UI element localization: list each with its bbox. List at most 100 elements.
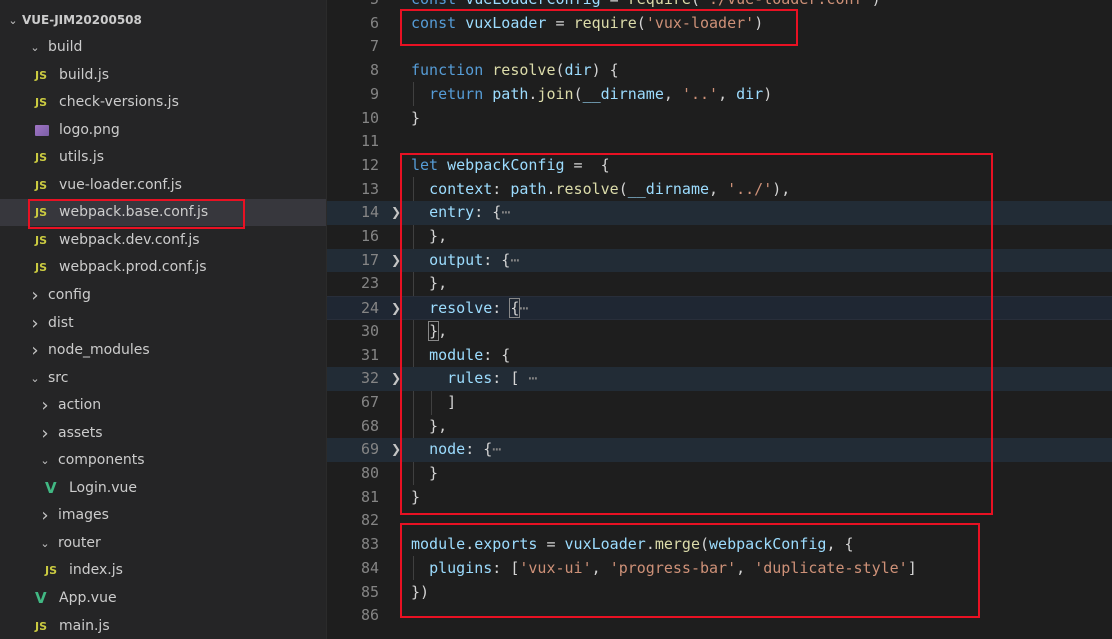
line-number: 23 [360, 274, 379, 293]
folder-build[interactable]: ⌄ build [0, 34, 326, 61]
code-token: ) [763, 84, 773, 103]
js-file-icon: JS [35, 261, 48, 275]
file-webpack-dev-conf-js[interactable]: JS webpack.dev.conf.js [0, 227, 326, 254]
file-app-vue[interactable]: V App.vue [0, 585, 326, 612]
code-token: , [663, 84, 682, 103]
tree-item-label: dist [48, 314, 74, 331]
highlight-box-module-exports [400, 523, 980, 618]
code-text: } [411, 107, 420, 131]
explorer-sidebar: ⌄ VUE-JIM20200508 ⌄ build JS build.js JS chec… [0, 0, 326, 639]
code-line[interactable]: 11 [327, 130, 1112, 154]
code-token: __dirname [582, 84, 664, 103]
code-text: return path.join(__dirname, '..', dir) [411, 83, 772, 107]
highlight-box-webpack-base-conf [28, 199, 245, 229]
line-number: 67 [360, 392, 379, 411]
line-number: 31 [360, 345, 379, 364]
chevron-right-icon: › [31, 312, 39, 334]
line-number: 84 [360, 558, 379, 577]
file-utils-js[interactable]: JS utils.js [0, 144, 326, 171]
line-number: 12 [360, 155, 379, 174]
code-line[interactable]: 9 return path.join(__dirname, '..', dir) [327, 83, 1112, 107]
tree-item-label: src [48, 369, 69, 386]
vue-file-icon: V [45, 478, 57, 497]
chevron-down-icon: ⌄ [30, 371, 40, 385]
folder-router[interactable]: ⌄ router [0, 530, 326, 557]
chevron-right-icon: › [41, 422, 49, 444]
code-token: ( [691, 0, 700, 8]
folder-assets[interactable]: › assets [0, 420, 326, 447]
tree-item-label: logo.png [59, 121, 120, 138]
js-file-icon: JS [35, 233, 48, 247]
code-token: } [411, 108, 421, 127]
tree-item-label: build [48, 39, 83, 55]
js-file-icon: JS [35, 619, 48, 633]
code-token: ( [555, 61, 565, 80]
code-token: '..' [681, 84, 719, 103]
line-number: 9 [369, 84, 379, 103]
line-number: 14 [360, 203, 379, 222]
line-number: 82 [360, 511, 379, 530]
folder-src[interactable]: ⌄ src [0, 365, 326, 392]
line-number: 11 [360, 132, 379, 151]
line-number: 81 [360, 487, 379, 506]
code-token: path [492, 84, 529, 103]
line-number: 85 [360, 582, 379, 601]
code-token: dir [564, 61, 592, 80]
line-number: 8 [369, 61, 379, 80]
folder-node-modules[interactable]: › node_modules [0, 337, 326, 364]
folder-components[interactable]: ⌄ components [0, 447, 326, 474]
js-file-icon: JS [35, 96, 48, 110]
js-file-icon: JS [35, 68, 48, 82]
code-token: ( [573, 84, 583, 103]
code-line[interactable]: 10} [327, 107, 1112, 131]
code-token: require [628, 0, 691, 8]
vue-file-icon: V [35, 589, 47, 607]
folder-action[interactable]: › action [0, 392, 326, 419]
tree-item-label: index.js [69, 562, 123, 579]
tree-item-label: webpack.prod.conf.js [59, 259, 207, 276]
tree-item-label: webpack.dev.conf.js [59, 231, 200, 248]
file-logo-png[interactable]: logo.png [0, 117, 326, 144]
js-file-icon: JS [45, 564, 58, 578]
tree-item-label: check-versions.js [59, 94, 179, 111]
folder-dist[interactable]: › dist [0, 310, 326, 337]
code-token: = [601, 0, 628, 8]
file-build-js[interactable]: JS build.js [0, 62, 326, 89]
code-token: ) [872, 0, 881, 8]
tree-item-label: main.js [59, 617, 110, 634]
explorer-root-folder[interactable]: ⌄ VUE-JIM20200508 [0, 7, 326, 34]
tree-item-label: components [58, 452, 145, 469]
code-token: './vue-loader.conf' [700, 0, 872, 8]
tree-item-label: node_modules [48, 342, 150, 359]
line-number: 13 [360, 179, 379, 198]
code-token: resolve [492, 61, 556, 80]
file-main-js[interactable]: JS main.js [0, 613, 326, 639]
file-check-versions-js[interactable]: JS check-versions.js [0, 89, 326, 116]
chevron-down-icon: ⌄ [8, 14, 18, 27]
tree-item-label: action [58, 397, 102, 414]
file-vue-loader-conf-js[interactable]: JS vue-loader.conf.js [0, 172, 326, 199]
folder-config[interactable]: › config [0, 282, 326, 309]
chevron-right-icon: › [31, 340, 39, 362]
line-number: 80 [360, 464, 379, 482]
highlight-box-vux-loader-require [400, 9, 798, 46]
chevron-down-icon: ⌄ [40, 454, 50, 468]
folder-images[interactable]: › images [0, 502, 326, 529]
chevron-right-icon: › [41, 395, 49, 417]
tree-item-label: build.js [59, 66, 110, 83]
code-token: ) { [591, 61, 619, 80]
code-token: join [537, 84, 574, 103]
highlight-box-webpack-config [400, 153, 993, 515]
line-number: 10 [360, 108, 379, 127]
line-number: 24 [360, 299, 379, 318]
js-file-icon: JS [35, 178, 48, 192]
tree-item-label: Login.vue [69, 479, 137, 496]
line-number: 69 [360, 440, 379, 459]
file-login-vue[interactable]: V Login.vue [0, 475, 326, 502]
tree-item-label: images [58, 507, 109, 524]
code-line[interactable]: 8 function resolve(dir) { [327, 59, 1112, 83]
file-index-js[interactable]: JS index.js [0, 557, 326, 584]
file-webpack-prod-conf-js[interactable]: JS webpack.prod.conf.js [0, 254, 326, 281]
line-number: 30 [360, 321, 379, 340]
